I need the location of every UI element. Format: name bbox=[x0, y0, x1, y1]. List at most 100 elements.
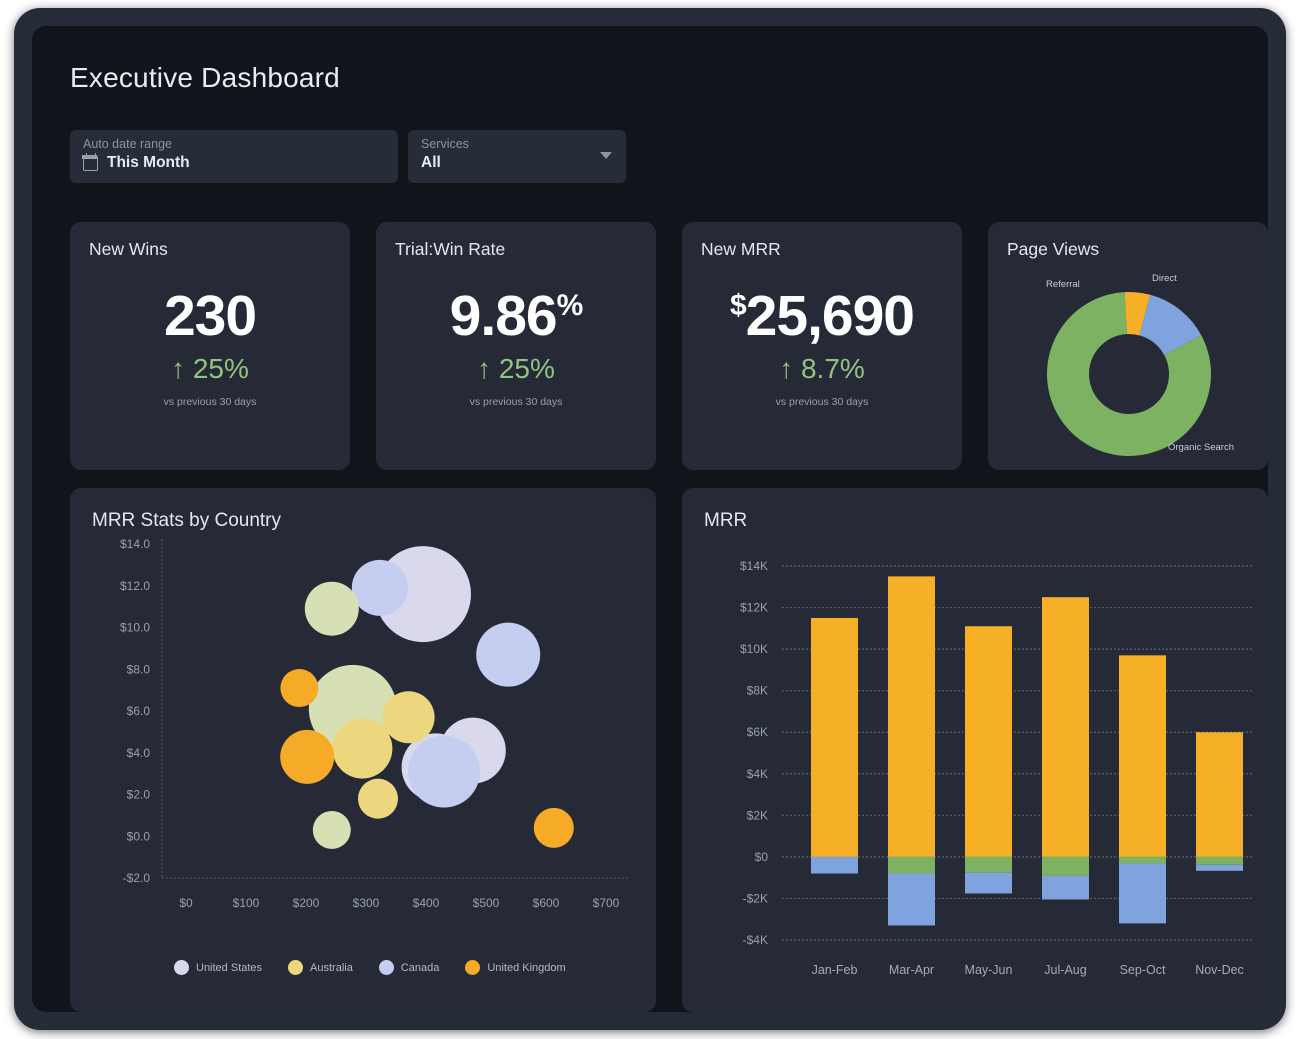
bar-y-tick: $0 bbox=[755, 850, 769, 864]
bar-segment-positive bbox=[888, 576, 935, 857]
bubble-point bbox=[476, 623, 540, 687]
kpi-delta: ↑ 25% bbox=[70, 353, 350, 385]
bubble-point bbox=[280, 669, 318, 707]
legend-item[interactable]: United Kingdom bbox=[465, 960, 565, 975]
bubble-x-tick: $0 bbox=[179, 896, 193, 910]
kpi-card-new-mrr[interactable]: New MRR $25,690 ↑ 8.7% vs previous 30 da… bbox=[682, 222, 962, 470]
kpi-value: $25,690 bbox=[682, 288, 962, 345]
bar-segment-churn bbox=[1196, 857, 1243, 865]
bubble-point bbox=[408, 736, 480, 808]
bubble-y-tick: $14.0 bbox=[120, 537, 150, 551]
bar-category-label: Jan-Feb bbox=[812, 963, 858, 977]
donut-chart: Referral Direct Organic Search bbox=[988, 222, 1268, 470]
chevron-down-icon[interactable] bbox=[600, 152, 612, 159]
bubble-y-tick: $6.0 bbox=[127, 704, 151, 718]
bubble-chart-title: MRR Stats by Country bbox=[92, 510, 281, 532]
kpi-value: 230 bbox=[70, 288, 350, 345]
kpi-comparison-note: vs previous 30 days bbox=[376, 396, 656, 408]
bubble-point bbox=[313, 811, 351, 849]
donut-label-direct: Direct bbox=[1152, 273, 1177, 284]
legend-color-swatch bbox=[174, 960, 189, 975]
date-range-filter[interactable]: Auto date range This Month bbox=[70, 130, 398, 183]
bubble-x-tick: $100 bbox=[233, 896, 260, 910]
bar-y-tick: $10K bbox=[740, 642, 768, 656]
bar-segment-positive bbox=[1196, 732, 1243, 857]
bar-y-tick: -$4K bbox=[743, 933, 768, 947]
legend-item[interactable]: Canada bbox=[379, 960, 440, 975]
bar-y-tick: $8K bbox=[747, 684, 768, 698]
bar-y-tick: -$2K bbox=[743, 891, 768, 905]
bar-chart-title: MRR bbox=[704, 510, 747, 532]
legend-color-swatch bbox=[465, 960, 480, 975]
date-range-value: This Month bbox=[107, 154, 190, 172]
bubble-chart: -$2.0$0.0$2.0$4.0$6.0$8.0$10.0$12.0$14.0… bbox=[70, 536, 656, 976]
mrr-bar-panel[interactable]: MRR -$4K -$2K $0 $2K $4K $6K $8K $10K $12K $14K Ja… bbox=[682, 488, 1268, 1012]
bubble-x-tick: $700 bbox=[593, 896, 620, 910]
mrr-by-country-panel[interactable]: MRR Stats by Country -$2.0$0.0$2.0$4.0$6… bbox=[70, 488, 656, 1012]
bar-y-tick: $4K bbox=[747, 767, 768, 781]
bubble-point bbox=[383, 691, 435, 743]
bar-category-label: Jul-Aug bbox=[1044, 963, 1086, 977]
kpi-title: Trial:Win Rate bbox=[395, 239, 505, 260]
kpi-card-trial-win-rate[interactable]: Trial:Win Rate 9.86% ↑ 25% vs previous 3… bbox=[376, 222, 656, 470]
bubble-x-tick: $300 bbox=[353, 896, 380, 910]
bar-y-tick: $6K bbox=[747, 725, 768, 739]
page-views-card[interactable]: Page Views Referral Direct Organic Searc… bbox=[988, 222, 1268, 470]
bar-category-label: Mar-Apr bbox=[889, 963, 934, 977]
services-filter[interactable]: Services All bbox=[408, 130, 626, 183]
services-value: All bbox=[421, 154, 441, 172]
bar-y-tick: $2K bbox=[747, 808, 768, 822]
calendar-icon bbox=[83, 156, 98, 171]
bar-segment-positive bbox=[1042, 597, 1089, 857]
kpi-value: 9.86% bbox=[376, 288, 656, 345]
bubble-chart-legend: United States Australia Canada United Kingd… bbox=[174, 960, 566, 975]
bar-segment-positive bbox=[965, 626, 1012, 857]
kpi-prefix: $ bbox=[730, 289, 746, 322]
bubble-y-tick: $4.0 bbox=[127, 746, 151, 760]
bar-y-tick: $12K bbox=[740, 601, 768, 615]
bubble-point bbox=[280, 730, 334, 784]
donut-svg bbox=[988, 222, 1268, 470]
bubble-point bbox=[305, 582, 359, 636]
kpi-card-new-wins[interactable]: New Wins 230 ↑ 25% vs previous 30 days bbox=[70, 222, 350, 470]
bubble-point bbox=[358, 779, 398, 819]
bar-segment-downgrade bbox=[1119, 864, 1166, 924]
kpi-title: New MRR bbox=[701, 239, 781, 260]
bar-segment-positive bbox=[1119, 655, 1166, 857]
bar-segment-churn bbox=[1119, 857, 1166, 864]
legend-label: United Kingdom bbox=[487, 962, 565, 974]
bar-segment-downgrade bbox=[965, 873, 1012, 894]
legend-item[interactable]: United States bbox=[174, 960, 262, 975]
donut-label-referral: Referral bbox=[1046, 279, 1080, 290]
bubble-y-tick: $2.0 bbox=[127, 788, 151, 802]
kpi-comparison-note: vs previous 30 days bbox=[70, 396, 350, 408]
bar-category-label: Nov-Dec bbox=[1195, 963, 1244, 977]
bar-y-tick: $14K bbox=[740, 559, 768, 573]
bar-category-label: Sep-Oct bbox=[1120, 963, 1166, 977]
bubble-point bbox=[332, 719, 392, 779]
bubble-y-tick: $8.0 bbox=[127, 662, 151, 676]
bubble-point bbox=[352, 560, 408, 616]
bubble-x-tick: $400 bbox=[413, 896, 440, 910]
bubble-x-tick: $600 bbox=[533, 896, 560, 910]
donut-label-organic-search: Organic Search bbox=[1168, 442, 1234, 453]
bar-segment-downgrade bbox=[1196, 865, 1243, 871]
legend-item[interactable]: Australia bbox=[288, 960, 353, 975]
bar-segment-churn bbox=[888, 857, 935, 874]
kpi-delta: ↑ 8.7% bbox=[682, 353, 962, 385]
bubble-y-tick: $10.0 bbox=[120, 621, 150, 635]
bar-segment-churn bbox=[965, 857, 1012, 873]
dashboard-page: Executive Dashboard Auto date range This… bbox=[32, 26, 1268, 1012]
bar-segment-downgrade bbox=[888, 874, 935, 926]
page-title: Executive Dashboard bbox=[70, 62, 340, 94]
kpi-delta: ↑ 25% bbox=[376, 353, 656, 385]
device-frame: Executive Dashboard Auto date range This… bbox=[14, 8, 1286, 1030]
legend-label: United States bbox=[196, 962, 262, 974]
legend-label: Australia bbox=[310, 962, 353, 974]
legend-color-swatch bbox=[379, 960, 394, 975]
bubble-y-tick: $0.0 bbox=[127, 829, 151, 843]
kpi-suffix: % bbox=[557, 289, 583, 322]
bubble-x-tick: $200 bbox=[293, 896, 320, 910]
bar-chart: -$4K -$2K $0 $2K $4K $6K $8K $10K $12K $14K Jan-Fe… bbox=[682, 536, 1268, 1006]
legend-color-swatch bbox=[288, 960, 303, 975]
